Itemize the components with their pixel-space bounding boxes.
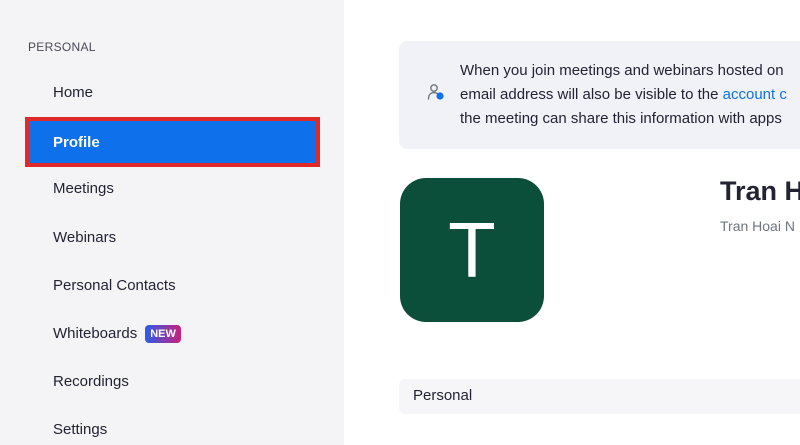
avatar-initial: T bbox=[448, 206, 496, 294]
profile-subtitle: Tran Hoai N bbox=[720, 218, 795, 234]
section-title: Personal bbox=[413, 387, 473, 404]
sidebar-section-label: PERSONAL bbox=[28, 40, 96, 54]
sidebar-item-webinars[interactable]: Webinars bbox=[53, 228, 116, 248]
avatar[interactable]: T bbox=[400, 178, 544, 322]
sidebar-item-meetings[interactable]: Meetings bbox=[53, 179, 114, 199]
sidebar-item-profile[interactable]: Profile bbox=[26, 118, 319, 166]
notice-line: When you join meetings and webinars host… bbox=[460, 62, 784, 79]
notice-line: the meeting can share this information w… bbox=[460, 110, 782, 127]
privacy-notice: When you join meetings and webinars host… bbox=[399, 41, 800, 149]
profile-name: Tran H bbox=[720, 176, 800, 206]
notice-line: email address will also be visible to th… bbox=[460, 83, 800, 107]
sidebar-item-label: Whiteboards bbox=[53, 325, 138, 342]
sidebar-item-label: Profile bbox=[53, 134, 100, 151]
sidebar-item-whiteboards[interactable]: Whiteboards NEW bbox=[53, 324, 181, 344]
personal-section-header: Personal bbox=[399, 379, 800, 414]
sidebar-item-personal-contacts[interactable]: Personal Contacts bbox=[53, 276, 176, 296]
sidebar-item-settings[interactable]: Settings bbox=[53, 420, 107, 440]
page: PERSONAL Home Profile Meetings Webinars … bbox=[0, 0, 800, 445]
notice-line-text: email address will also be visible to th… bbox=[460, 86, 719, 103]
account-link[interactable]: account c bbox=[723, 86, 787, 103]
user-privacy-icon bbox=[427, 84, 444, 100]
sidebar: PERSONAL Home Profile Meetings Webinars … bbox=[0, 0, 344, 445]
new-badge: NEW bbox=[145, 325, 181, 343]
sidebar-item-recordings[interactable]: Recordings bbox=[53, 372, 129, 392]
notice-text: When you join meetings and webinars host… bbox=[460, 59, 800, 131]
sidebar-item-home[interactable]: Home bbox=[53, 83, 93, 103]
